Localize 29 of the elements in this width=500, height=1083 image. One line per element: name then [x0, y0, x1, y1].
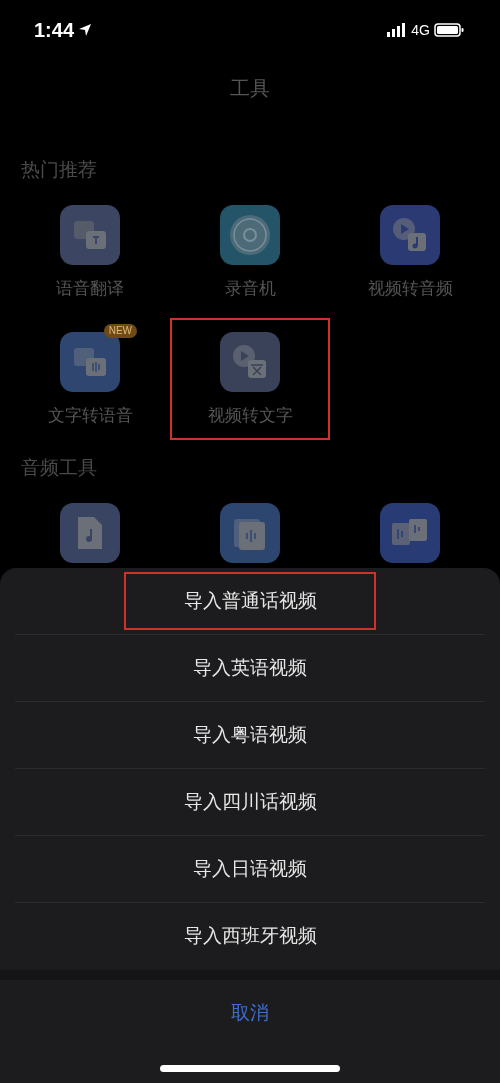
tool-label: 视频转音频: [367, 278, 453, 300]
waveform-icon: [220, 503, 280, 563]
music-file-icon: [60, 503, 120, 563]
sheet-option[interactable]: 导入四川话视频: [124, 773, 376, 831]
tool-tile[interactable]: NEW 文字转语音: [10, 318, 170, 440]
tool-label: 视频转文字: [207, 405, 293, 427]
battery-icon: [434, 23, 464, 37]
location-arrow-icon: [78, 23, 93, 37]
sheet-option[interactable]: 导入西班牙视频: [124, 907, 376, 966]
sheet-option[interactable]: 导入日语视频: [124, 840, 376, 898]
cancel-button[interactable]: 取消: [150, 980, 350, 1046]
page-title: 工具: [229, 76, 271, 101]
status-time: 1:44: [34, 18, 75, 43]
video-to-music-icon: [380, 205, 440, 265]
video-to-text-icon: [220, 332, 280, 392]
audio-split-icon: [380, 503, 440, 563]
network-type: 4G: [411, 20, 430, 40]
tool-label: 录音机: [224, 278, 276, 300]
signal-icon: [387, 23, 408, 37]
sheet-option[interactable]: 导入普通话视频: [124, 572, 376, 630]
tool-label: 语音翻译: [56, 278, 124, 300]
section-heading: 热门推荐: [20, 158, 98, 182]
tool-label: 文字转语音: [47, 405, 133, 427]
section-heading: 音频工具: [20, 456, 98, 480]
new-badge: NEW: [103, 324, 137, 338]
sheet-option[interactable]: 导入英语视频: [124, 639, 376, 697]
text-to-speech-icon: [60, 332, 120, 392]
translate-icon: [60, 205, 120, 265]
sheet-option[interactable]: 导入粤语视频: [124, 706, 376, 764]
